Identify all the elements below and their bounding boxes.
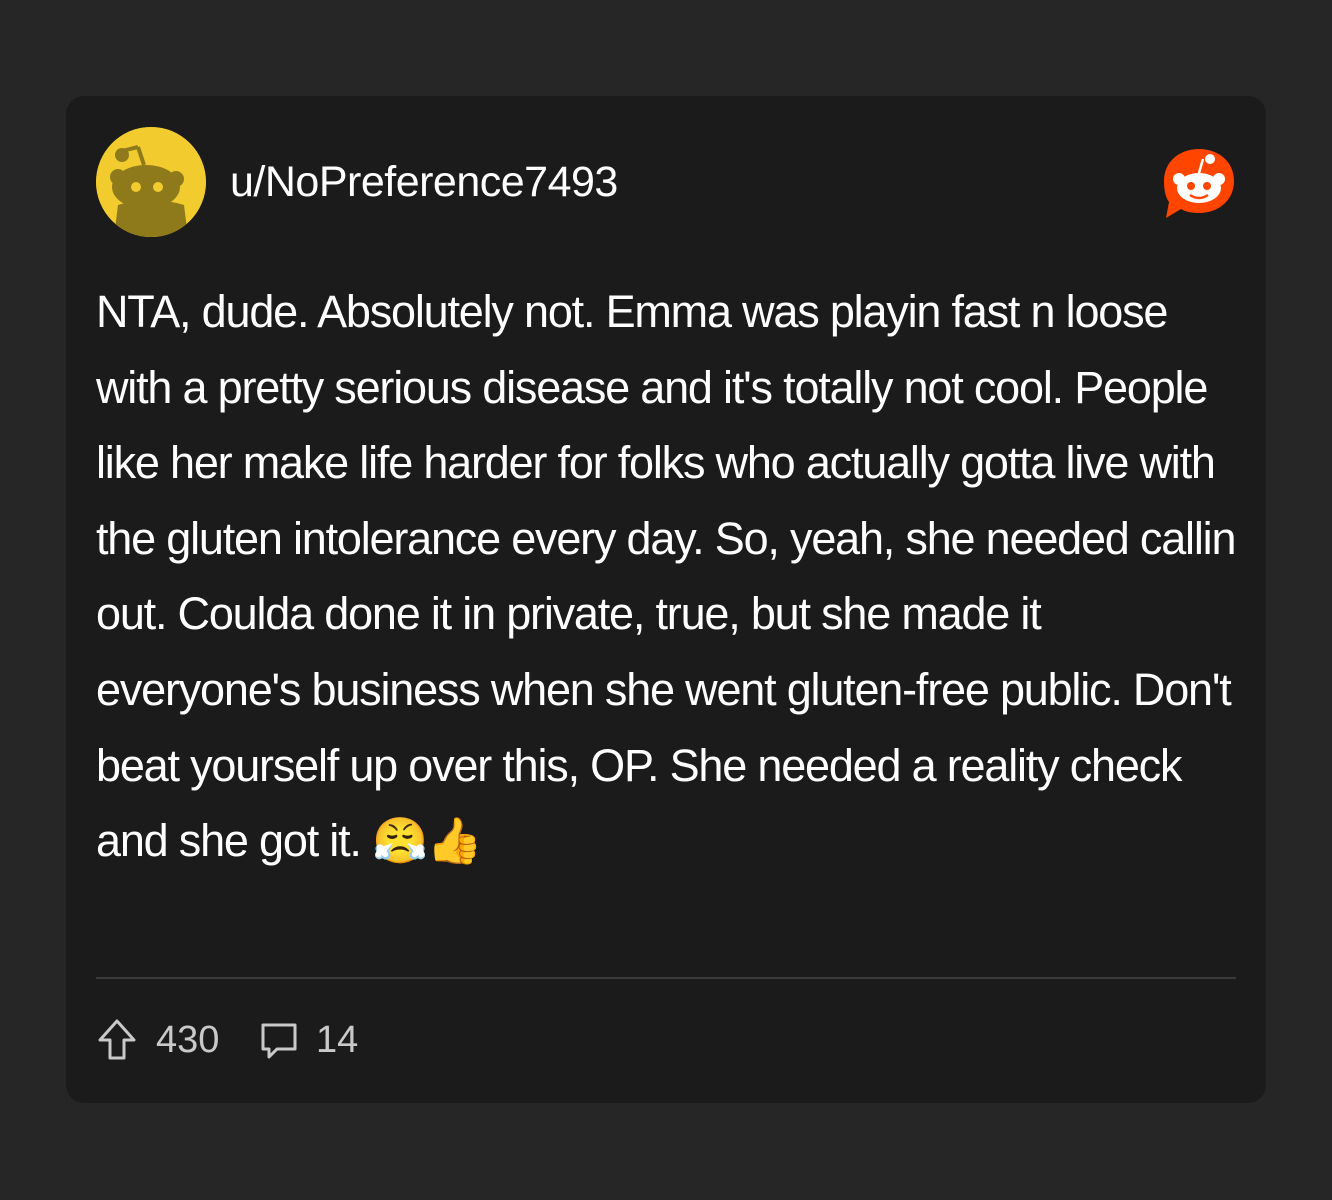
reddit-logo-icon [1162,146,1236,220]
snoo-avatar-icon [96,127,206,237]
upvote-arrow-icon [98,1019,136,1060]
username[interactable]: u/NoPreference7493 [230,157,618,207]
comment-count: 14 [316,1019,359,1061]
comment-header: u/NoPreference7493 [96,127,1236,237]
divider [96,977,1236,979]
comments-button[interactable]: 14 [258,1014,358,1066]
upvote-count: 430 [156,1019,220,1061]
comment-card: u/NoPreference7493 NTA, dude. Absolutely… [66,96,1266,1103]
comment-body: NTA, dude. Absolutely not. Emma was play… [96,286,1236,867]
upvote-button[interactable]: 430 [96,1014,219,1066]
snoo-avatar[interactable] [96,127,206,237]
comment-bubble-icon [261,1023,297,1059]
